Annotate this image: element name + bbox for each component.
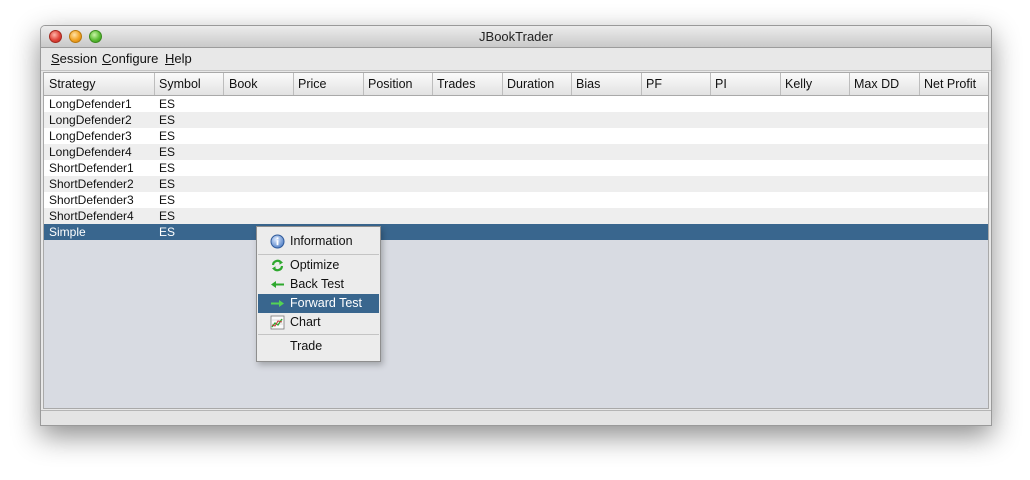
window-title: JBookTrader [479,29,553,44]
strategy-cell: ShortDefender4 [49,209,134,223]
table-row[interactable]: ShortDefender4 ES [44,208,988,224]
column-header-strategy[interactable]: Strategy [44,73,155,95]
menu-help[interactable]: Help [165,51,192,66]
column-header-pf[interactable]: PF [641,73,711,95]
status-bar [41,410,991,425]
menu-configure[interactable]: Configure [102,51,158,66]
symbol-cell: ES [159,177,176,191]
strategy-cell: ShortDefender2 [49,177,134,191]
info-icon [270,234,285,249]
strategy-cell: ShortDefender3 [49,193,134,207]
symbol-cell: ES [159,161,176,175]
symbol-cell: ES [159,113,176,127]
table-row[interactable]: LongDefender4 ES [44,144,988,160]
menu-item-chart[interactable]: Chart [258,313,379,332]
menu-separator [258,334,379,335]
table-row[interactable]: LongDefender3 ES [44,128,988,144]
symbol-cell: ES [159,97,176,111]
table-row[interactable]: ShortDefender1 ES [44,160,988,176]
menu-item-information[interactable]: Information [258,232,379,251]
table-row[interactable]: ShortDefender3 ES [44,192,988,208]
column-header-trades[interactable]: Trades [432,73,503,95]
main-window: JBookTrader Session Configure Help Strat… [40,25,992,426]
symbol-cell: ES [159,225,176,239]
column-header-net-profit[interactable]: Net Profit [919,73,988,95]
context-menu: Information Optimize Back Test Forward T… [256,226,381,362]
strategy-cell: LongDefender2 [49,113,132,127]
strategy-cell: Simple [49,225,86,239]
column-header-pi[interactable]: PI [710,73,781,95]
column-header-kelly[interactable]: Kelly [780,73,850,95]
menu-session[interactable]: Session [51,51,97,66]
column-header-bias[interactable]: Bias [571,73,642,95]
symbol-cell: ES [159,129,176,143]
column-header-symbol[interactable]: Symbol [154,73,224,95]
strategy-cell: LongDefender3 [49,129,132,143]
column-header-max-dd[interactable]: Max DD [849,73,920,95]
table-row[interactable]: ShortDefender2 ES [44,176,988,192]
strategy-cell: LongDefender4 [49,145,132,159]
table-row-selected[interactable]: Simple ES [44,224,988,240]
table-row[interactable]: LongDefender2 ES [44,112,988,128]
symbol-cell: ES [159,209,176,223]
arrow-left-icon [270,277,285,292]
column-header-book[interactable]: Book [224,73,294,95]
menu-item-trade[interactable]: Trade [258,337,379,356]
table-body: LongDefender1 ES LongDefender2 ES LongDe… [44,96,988,240]
symbol-cell: ES [159,193,176,207]
arrow-right-icon [270,296,285,311]
menu-item-optimize[interactable]: Optimize [258,256,379,275]
strategy-table[interactable]: Strategy Symbol Book Price Position Trad… [43,72,989,409]
optimize-icon [270,258,285,273]
title-bar[interactable]: JBookTrader [41,26,991,48]
column-header-price[interactable]: Price [293,73,364,95]
strategy-cell: ShortDefender1 [49,161,134,175]
column-header-position[interactable]: Position [363,73,433,95]
menu-item-forward-test[interactable]: Forward Test [258,294,379,313]
menu-bar: Session Configure Help [41,48,991,71]
table-row[interactable]: LongDefender1 ES [44,96,988,112]
table-header: Strategy Symbol Book Price Position Trad… [44,73,988,96]
chart-icon [270,315,285,330]
strategy-cell: LongDefender1 [49,97,132,111]
menu-item-back-test[interactable]: Back Test [258,275,379,294]
column-header-duration[interactable]: Duration [502,73,572,95]
symbol-cell: ES [159,145,176,159]
menu-separator [258,254,379,255]
